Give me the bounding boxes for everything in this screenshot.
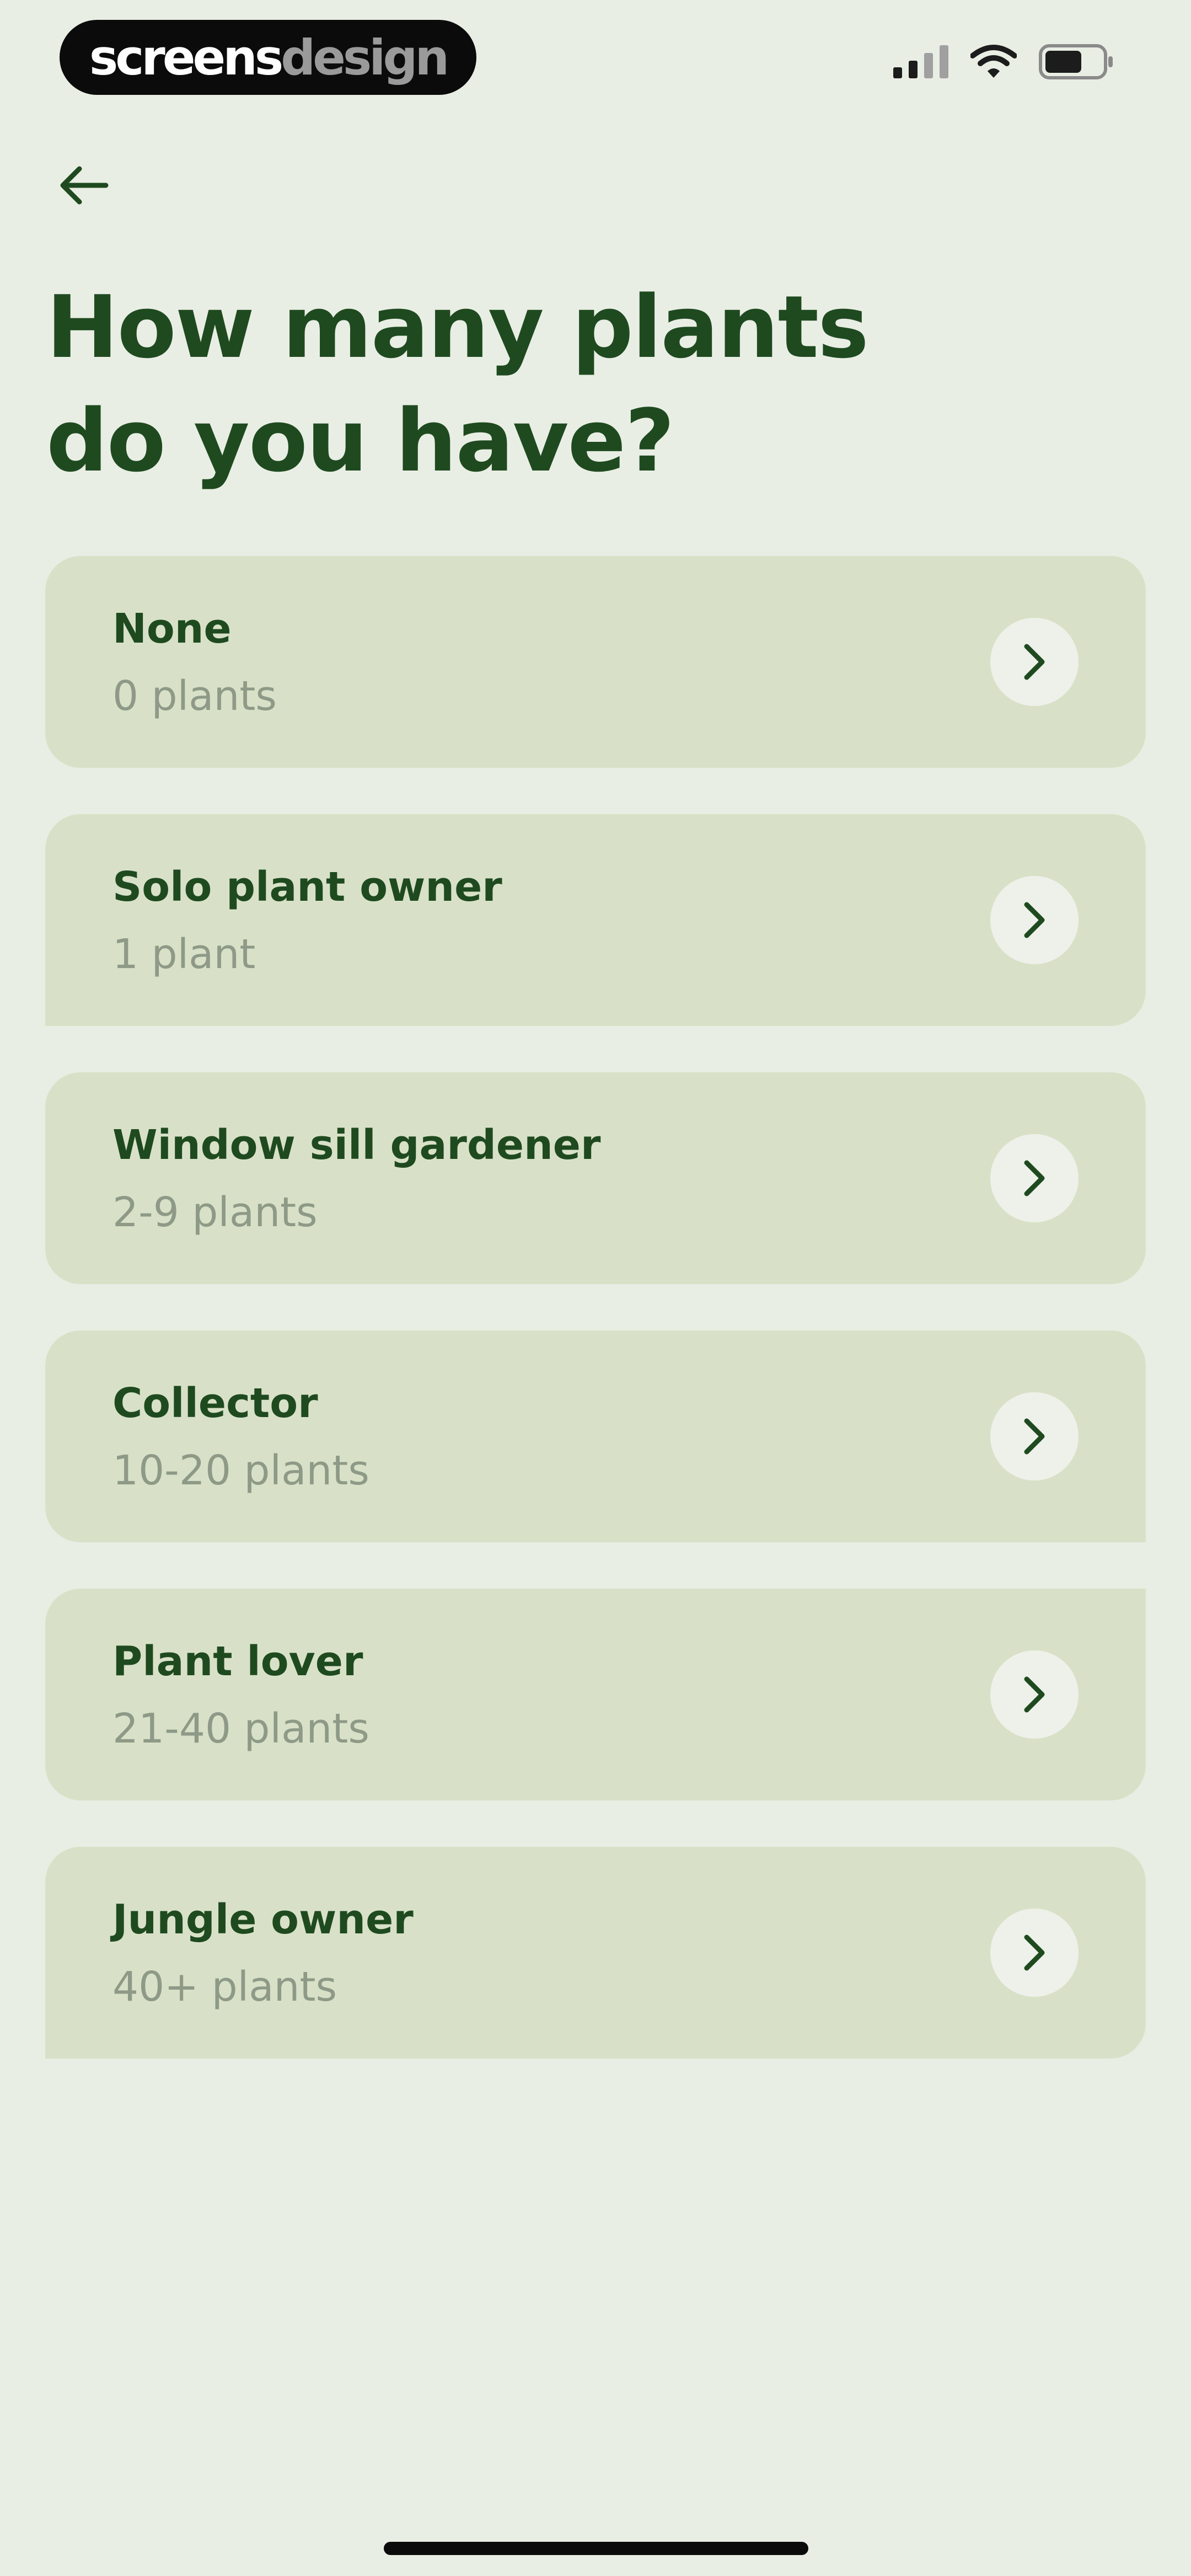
option-next-button[interactable] <box>990 876 1079 964</box>
page-title: How many plants do you have? <box>46 277 869 491</box>
status-bar <box>893 44 1114 79</box>
option-next-button[interactable] <box>990 618 1079 706</box>
option-title: Solo plant owner <box>112 863 502 911</box>
logo-text-part2: design <box>281 29 449 86</box>
option-subtitle: 0 plants <box>112 672 277 720</box>
chevron-right-icon <box>1024 1418 1045 1455</box>
option-title: Collector <box>112 1380 318 1427</box>
chevron-right-icon <box>1024 1160 1045 1196</box>
option-title: Window sill gardener <box>112 1121 601 1169</box>
option-next-button[interactable] <box>990 1134 1079 1222</box>
option-subtitle: 1 plant <box>112 931 256 978</box>
battery-icon <box>1039 44 1113 79</box>
option-subtitle: 40+ plants <box>112 1963 337 2011</box>
option-title: Plant lover <box>112 1638 363 1685</box>
option-card-plant-lover[interactable]: Plant lover 21-40 plants <box>45 1589 1146 1800</box>
option-card-solo-plant-owner[interactable]: Solo plant owner 1 plant <box>45 814 1146 1026</box>
chevron-right-icon <box>1024 902 1045 938</box>
option-next-button[interactable] <box>990 1909 1079 1997</box>
screensdesign-logo: screens design <box>60 20 476 95</box>
wifi-icon <box>970 45 1017 78</box>
options-list: None 0 plants Solo plant owner 1 plant W… <box>45 556 1146 2105</box>
option-next-button[interactable] <box>990 1650 1079 1739</box>
option-subtitle: 21-40 plants <box>112 1705 369 1752</box>
option-title: None <box>112 605 232 653</box>
chevron-right-icon <box>1024 644 1045 680</box>
option-card-window-sill-gardener[interactable]: Window sill gardener 2-9 plants <box>45 1072 1146 1284</box>
option-next-button[interactable] <box>990 1392 1079 1481</box>
arrow-left-icon <box>60 166 109 205</box>
option-card-jungle-owner[interactable]: Jungle owner 40+ plants <box>45 1847 1146 2059</box>
home-indicator[interactable] <box>384 2542 808 2555</box>
option-title: Jungle owner <box>112 1896 414 1943</box>
chevron-right-icon <box>1024 1934 1045 1971</box>
option-card-none[interactable]: None 0 plants <box>45 556 1146 768</box>
chevron-right-icon <box>1024 1676 1045 1713</box>
back-button[interactable] <box>53 154 115 216</box>
option-subtitle: 2-9 plants <box>112 1189 318 1236</box>
option-card-collector[interactable]: Collector 10-20 plants <box>45 1330 1146 1542</box>
option-subtitle: 10-20 plants <box>112 1447 369 1494</box>
logo-text-part1: screens <box>89 29 283 86</box>
cellular-signal-icon <box>893 45 948 78</box>
